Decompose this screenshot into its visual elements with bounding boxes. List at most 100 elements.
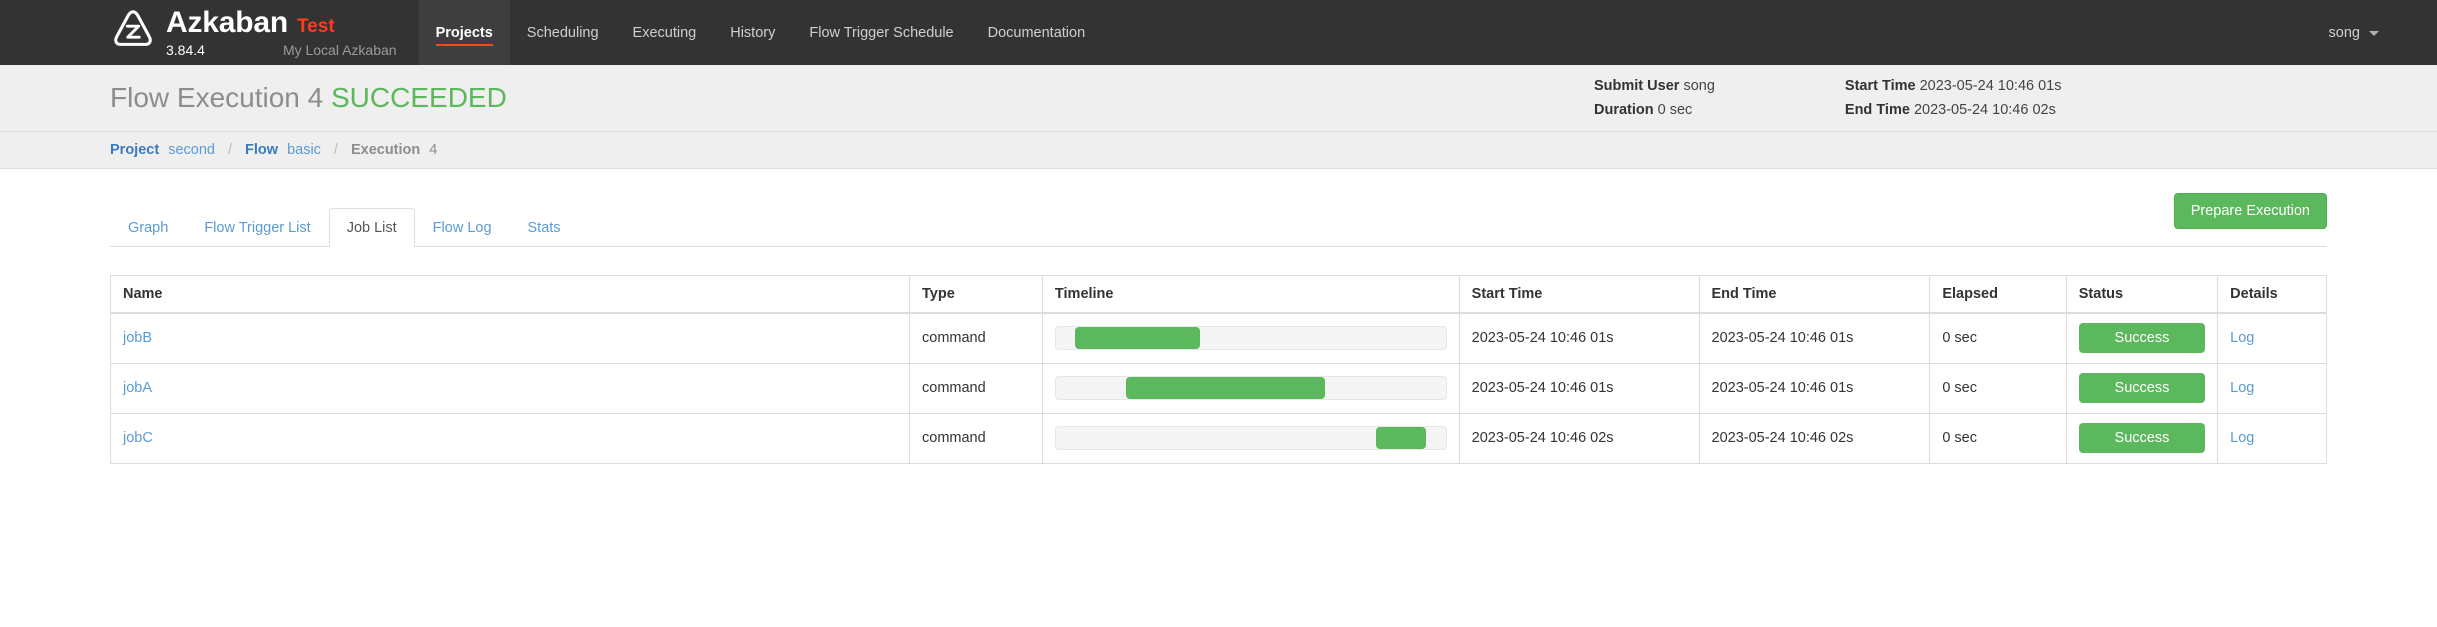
cell-elapsed: 0 sec [1929,362,2067,414]
nav-links: Projects Scheduling Executing History Fl… [418,0,1103,65]
nav-item-history[interactable]: History [713,0,792,65]
azkaban-triangle-logo-icon [114,10,152,46]
timeline-track [1054,426,1447,450]
breadcrumb-flow-label: Flow [245,142,279,158]
job-link-joba[interactable]: jobA [123,380,152,396]
cell-elapsed: 0 sec [1929,412,2067,464]
table-body: jobB command 2023-05-24 10:46 01s 2023-0… [110,312,2327,464]
header-details: Details [2217,275,2327,314]
breadcrumb-separator-2: / [333,142,338,158]
summary-end-time-label: End Time [1844,101,1910,118]
breadcrumb-project[interactable]: Project second [110,142,215,158]
log-link[interactable]: Log [2230,380,2254,396]
table-row: jobB command 2023-05-24 10:46 01s 2023-0… [110,312,2327,364]
summary-start-time-value: 2023-05-24 10:46 01s [1919,78,2062,94]
cell-status: Success [2065,362,2219,414]
summary-end-time-value: 2023-05-24 10:46 02s [1913,101,2056,118]
nav-item-flow-trigger-schedule[interactable]: Flow Trigger Schedule [792,0,970,65]
job-list-table: Name Type Timeline Start Time End Time E… [110,275,2327,464]
status-badge[interactable]: Success [2078,423,2206,453]
brand-block[interactable]: Azkaban Test 3.84.4 My Local Azkaban [0,0,397,65]
cell-timeline [1041,412,1460,464]
execution-summary: Submit User song Duration 0 sec Start Ti… [1594,77,2062,124]
breadcrumb: Project second / Flow basic / Execution … [0,132,2437,169]
breadcrumb-project-label: Project [110,142,160,158]
breadcrumb-execution-value: 4 [429,142,438,158]
cell-type: command [909,312,1043,364]
timeline-track [1054,326,1447,351]
log-link[interactable]: Log [2230,430,2254,446]
job-link-jobc[interactable]: jobC [123,430,153,446]
header-status: Status [2065,275,2219,314]
breadcrumb-flow[interactable]: Flow basic [245,142,321,158]
table-header-row: Name Type Timeline Start Time End Time E… [110,275,2327,314]
cell-type: command [909,362,1043,414]
summary-duration: Duration 0 sec [1594,101,1715,121]
timeline-bar [1075,327,1201,350]
nav-item-projects[interactable]: Projects [418,0,510,65]
status-badge[interactable]: Success [2078,373,2206,403]
cell-start-time: 2023-05-24 10:46 01s [1458,362,1700,414]
breadcrumb-execution-label: Execution [350,142,421,158]
cell-elapsed: 0 sec [1929,312,2067,364]
brand-tagline: My Local Azkaban [282,42,397,58]
log-link[interactable]: Log [2230,330,2254,346]
cell-start-time: 2023-05-24 10:46 02s [1458,412,1700,464]
tab-bar: Graph Flow Trigger List Job List Flow Lo… [110,185,2327,247]
summary-submit-user: Submit User song [1594,77,1715,97]
top-navbar: Azkaban Test 3.84.4 My Local Azkaban Pro… [0,0,2437,65]
cell-end-time: 2023-05-24 10:46 02s [1698,412,1931,464]
nav-item-scheduling[interactable]: Scheduling [510,0,616,65]
breadcrumb-separator-1: / [227,142,232,158]
header-type: Type [909,275,1043,314]
execution-title-text: Flow Execution 4 [110,82,324,113]
brand-environment: Test [296,16,335,37]
summary-column-times: Start Time 2023-05-24 10:46 01s End Time… [1845,77,2062,124]
header-elapsed: Elapsed [1929,275,2067,314]
summary-duration-label: Duration [1594,101,1654,118]
cell-type: command [909,412,1043,464]
page-title: Flow Execution 4 SUCCEEDED [0,82,507,114]
table-row: jobC command 2023-05-24 10:46 02s 2023-0… [110,412,2327,464]
tab-stats[interactable]: Stats [510,208,579,247]
summary-start-time: Start Time 2023-05-24 10:46 01s [1845,77,2062,97]
tab-flow-trigger-list[interactable]: Flow Trigger List [186,208,328,247]
prepare-execution-button[interactable]: Prepare Execution [2173,193,2327,229]
nav-item-documentation[interactable]: Documentation [971,0,1103,65]
cell-name: jobC [110,412,910,464]
timeline-bar [1375,427,1427,449]
cell-details: Log [2217,312,2327,364]
cell-start-time: 2023-05-24 10:46 01s [1458,312,1700,364]
cell-timeline [1041,362,1460,414]
brand-name: Azkaban [166,6,288,39]
table-row: jobA command 2023-05-24 10:46 01s 2023-0… [110,362,2327,414]
cell-timeline [1041,312,1460,364]
breadcrumb-flow-value: basic [287,142,321,158]
summary-submit-user-value: song [1683,78,1715,94]
tab-job-list[interactable]: Job List [328,207,415,247]
chevron-down-icon [2369,31,2379,36]
user-menu-label: song [2328,24,2360,41]
nav-item-executing[interactable]: Executing [616,0,714,65]
tabs: Graph Flow Trigger List Job List Flow Lo… [110,207,579,247]
header-start-time: Start Time [1458,275,1700,314]
cell-details: Log [2217,412,2327,464]
tab-flow-log[interactable]: Flow Log [415,208,510,247]
status-badge[interactable]: Success [2078,323,2206,354]
job-link-jobb[interactable]: jobB [123,330,152,346]
summary-start-time-label: Start Time [1844,78,1916,94]
breadcrumb-project-value: second [168,142,215,158]
summary-column-user: Submit User song Duration 0 sec [1594,77,1715,124]
tab-graph[interactable]: Graph [110,208,186,247]
header-timeline: Timeline [1041,275,1460,314]
summary-end-time: End Time 2023-05-24 10:46 02s [1845,101,2062,121]
table-head: Name Type Timeline Start Time End Time E… [110,275,2327,314]
header-end-time: End Time [1698,275,1931,314]
cell-end-time: 2023-05-24 10:46 01s [1698,312,1931,364]
breadcrumb-execution: Execution 4 [351,142,437,158]
cell-status: Success [2065,312,2219,364]
main-content: Graph Flow Trigger List Job List Flow Lo… [0,185,2437,464]
execution-header: Flow Execution 4 SUCCEEDED Submit User s… [0,65,2437,132]
user-menu[interactable]: song [2329,0,2379,65]
brand-text: Azkaban Test 3.84.4 My Local Azkaban [166,6,397,59]
